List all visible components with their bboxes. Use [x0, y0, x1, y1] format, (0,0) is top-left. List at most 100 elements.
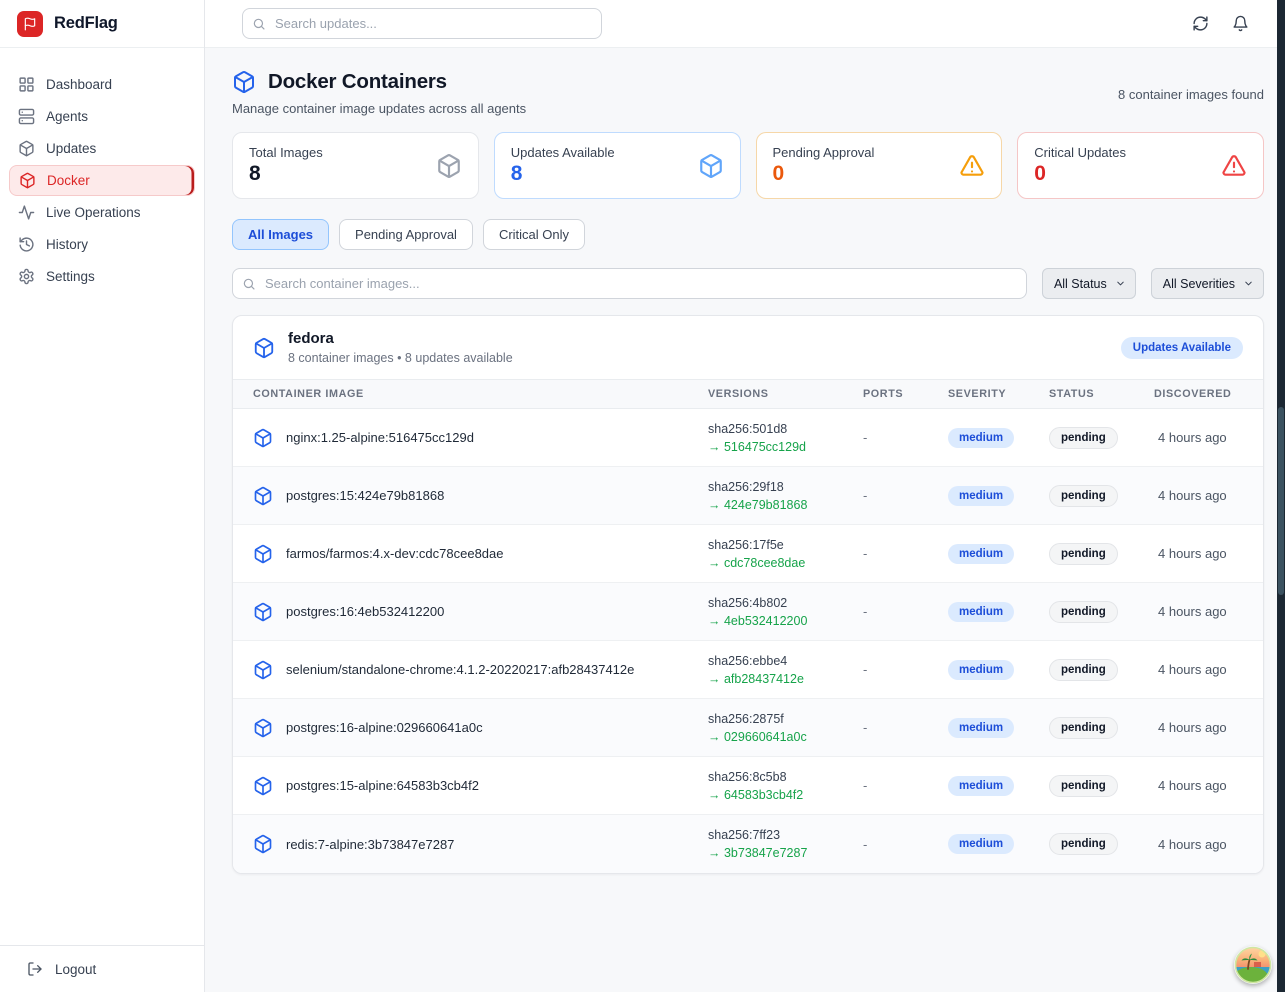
box-icon [698, 153, 724, 179]
refresh-icon[interactable] [1192, 15, 1209, 32]
stat-card: Pending Approval 0 [756, 132, 1003, 199]
image-name: postgres:16:4eb532412200 [286, 604, 444, 619]
discovered: 4 hours ago [1154, 430, 1263, 445]
flag-icon [23, 17, 37, 31]
table-row[interactable]: postgres:16:4eb532412200 sha256:4b802 → … [233, 583, 1263, 641]
sidebar-item-agents[interactable]: Agents [9, 101, 195, 132]
discovered: 4 hours ago [1154, 546, 1263, 561]
sidebar-item-history[interactable]: History [9, 229, 195, 260]
stats-row: Total Images 8 Updates Available 8 Pendi… [232, 132, 1264, 199]
scrollbar-thumb[interactable] [1278, 407, 1284, 595]
ports: - [863, 430, 948, 445]
table-row[interactable]: postgres:15:424e79b81868 sha256:29f18 → … [233, 467, 1263, 525]
version-current: sha256:2875f [708, 712, 863, 726]
image-name: selenium/standalone-chrome:4.1.2-2022021… [286, 662, 634, 677]
column-header: Ports [863, 388, 948, 400]
filter-tab[interactable]: All Images [232, 219, 329, 250]
discovered: 4 hours ago [1154, 837, 1263, 852]
status-filter-select[interactable]: All Status [1042, 268, 1136, 299]
severity-badge: medium [948, 834, 1014, 854]
content: Docker Containers Manage container image… [205, 48, 1285, 992]
table-row[interactable]: nginx:1.25-alpine:516475cc129d sha256:50… [233, 409, 1263, 467]
logout-button[interactable]: Logout [0, 945, 204, 992]
column-header: Status [1049, 388, 1154, 400]
version-target: → 3b73847e7287 [708, 846, 863, 860]
sidebar-item-dashboard[interactable]: Dashboard [9, 69, 195, 100]
sidebar-item-live-operations[interactable]: Live Operations [9, 197, 195, 228]
container-box-icon [253, 486, 273, 506]
app-root: RedFlag Dashboard Agents Updates Docker … [0, 0, 1285, 992]
page-title: Docker Containers [268, 70, 447, 94]
dashboard-icon [18, 76, 35, 93]
page-subtitle: Manage container image updates across al… [232, 101, 526, 116]
sidebar-item-docker[interactable]: Docker [9, 165, 195, 196]
version-target: → 424e79b81868 [708, 498, 863, 512]
version-current: sha256:8c5b8 [708, 770, 863, 784]
stat-value: 8 [249, 162, 323, 186]
discovered: 4 hours ago [1154, 604, 1263, 619]
ports: - [863, 488, 948, 503]
version-current: sha256:501d8 [708, 422, 863, 436]
sidebar-item-settings[interactable]: Settings [9, 261, 195, 292]
stat-label: Updates Available [511, 145, 615, 160]
version-current: sha256:17f5e [708, 538, 863, 552]
container-box-icon [253, 776, 273, 796]
severity-badge: medium [948, 486, 1014, 506]
severity-badge: medium [948, 776, 1014, 796]
brand-name: RedFlag [54, 14, 118, 33]
status-badge: pending [1049, 659, 1118, 681]
table-body: nginx:1.25-alpine:516475cc129d sha256:50… [233, 409, 1263, 873]
version-current: sha256:4b802 [708, 596, 863, 610]
stat-value: 0 [1034, 162, 1126, 186]
box-icon [436, 153, 462, 179]
updates-search-input[interactable] [242, 8, 602, 39]
severity-badge: medium [948, 660, 1014, 680]
image-name: postgres:15:424e79b81868 [286, 488, 444, 503]
severity-badge: medium [948, 602, 1014, 622]
status-badge: pending [1049, 543, 1118, 565]
container-search-input[interactable] [232, 268, 1027, 299]
island-badge-icon[interactable] [1234, 946, 1272, 984]
sidebar-nav: Dashboard Agents Updates Docker Live Ope… [0, 48, 204, 945]
docker-box-icon [232, 70, 256, 94]
activity-icon [18, 204, 35, 221]
container-box-icon [253, 660, 273, 680]
column-header: Discovered [1154, 388, 1263, 400]
table-row[interactable]: redis:7-alpine:3b73847e7287 sha256:7ff23… [233, 815, 1263, 873]
severity-filter-select[interactable]: All Severities [1151, 268, 1264, 299]
sidebar-item-updates[interactable]: Updates [9, 133, 195, 164]
column-header: Versions [708, 388, 863, 400]
version-target: → 029660641a0c [708, 730, 863, 744]
ports: - [863, 837, 948, 852]
sidebar: RedFlag Dashboard Agents Updates Docker … [0, 0, 205, 992]
bell-icon[interactable] [1232, 15, 1249, 32]
table-row[interactable]: farmos/farmos:4.x-dev:cdc78cee8dae sha25… [233, 525, 1263, 583]
main-area: Docker Containers Manage container image… [205, 0, 1285, 992]
status-badge: pending [1049, 775, 1118, 797]
group-name: fedora [288, 330, 513, 347]
server-icon [18, 108, 35, 125]
ports: - [863, 662, 948, 677]
status-badge: pending [1049, 717, 1118, 739]
container-box-icon [253, 718, 273, 738]
results-count: 8 container images found [1118, 87, 1264, 102]
ports: - [863, 546, 948, 561]
filter-tab[interactable]: Critical Only [483, 219, 585, 250]
discovered: 4 hours ago [1154, 662, 1263, 677]
logout-icon [27, 961, 43, 977]
discovered: 4 hours ago [1154, 720, 1263, 735]
brand: RedFlag [0, 0, 204, 48]
table-row[interactable]: selenium/standalone-chrome:4.1.2-2022021… [233, 641, 1263, 699]
filter-tab[interactable]: Pending Approval [339, 219, 473, 250]
group-meta: 8 container images • 8 updates available [288, 351, 513, 365]
gear-icon [18, 268, 35, 285]
version-current: sha256:29f18 [708, 480, 863, 494]
search-icon [252, 17, 266, 31]
table-row[interactable]: postgres:15-alpine:64583b3cb4f2 sha256:8… [233, 757, 1263, 815]
topbar-search [242, 8, 602, 39]
scrollbar[interactable] [1277, 0, 1285, 992]
ports: - [863, 604, 948, 619]
table-row[interactable]: postgres:16-alpine:029660641a0c sha256:2… [233, 699, 1263, 757]
container-box-icon [253, 602, 273, 622]
ports: - [863, 720, 948, 735]
